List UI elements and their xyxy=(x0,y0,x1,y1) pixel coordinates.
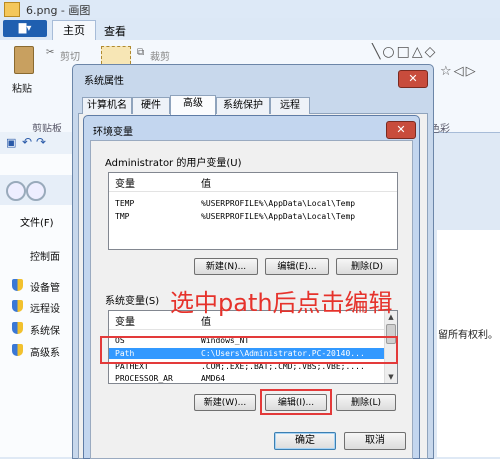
scroll-down-icon[interactable]: ▼ xyxy=(385,371,397,383)
scissors-icon[interactable]: ✂ xyxy=(46,47,54,58)
close-icon[interactable]: ✕ xyxy=(398,70,428,88)
advanced-system-link[interactable]: 高级系 xyxy=(30,344,60,359)
ok-button[interactable]: 确定 xyxy=(274,432,336,450)
quick-access-toolbar: ▣ ↶ ↷ xyxy=(0,132,80,154)
tab-system-protection[interactable]: 系统保护 xyxy=(216,97,270,114)
shield-icon xyxy=(12,279,23,291)
system-info-panel xyxy=(437,230,500,457)
tab-computer-name[interactable]: 计算机名 xyxy=(82,97,132,114)
user-variables-list[interactable]: 变量 值 TEMP %USERPROFILE%\AppData\Local\Te… xyxy=(108,172,398,250)
forward-icon[interactable] xyxy=(26,181,46,201)
close-icon[interactable]: ✕ xyxy=(386,121,416,139)
variable-name: TMP xyxy=(115,212,130,221)
control-panel-home-link[interactable]: 控制面 xyxy=(30,248,60,263)
redo-icon[interactable]: ↷ xyxy=(36,135,46,149)
list-header: 变量 值 xyxy=(109,173,397,192)
column-header-variable[interactable]: 变量 xyxy=(115,313,135,328)
annotation-text: 选中path后点击编辑 xyxy=(170,289,393,317)
environment-variables-title: 环境变量 xyxy=(93,127,133,138)
paint-title-bar: 6.png - 画图 xyxy=(0,0,500,18)
crop-label[interactable]: 裁剪 xyxy=(150,48,170,63)
variable-value: %USERPROFILE%\AppData\Local\Temp xyxy=(201,212,356,221)
undo-icon[interactable]: ↶ xyxy=(22,135,32,149)
column-header-value[interactable]: 值 xyxy=(201,175,211,190)
tab-remote[interactable]: 远程 xyxy=(270,97,310,114)
system-protection-link[interactable]: 系统保 xyxy=(30,322,60,337)
system-variables-label: 系统变量(S) xyxy=(105,296,160,307)
shield-icon xyxy=(12,300,23,312)
user-new-button[interactable]: 新建(N)... xyxy=(194,258,258,275)
list-item[interactable]: TEMP %USERPROFILE%\AppData\Local\Temp xyxy=(109,198,397,209)
paint-window-title: 6.png - 画图 xyxy=(26,4,91,17)
variable-value: AMD64 xyxy=(201,374,226,383)
system-delete-button[interactable]: 删除(L) xyxy=(336,394,396,411)
list-item[interactable]: TMP %USERPROFILE%\AppData\Local\Temp xyxy=(109,211,397,222)
variable-name: PROCESSOR_AR xyxy=(115,374,173,383)
explorer-file-menu[interactable]: 文件(F) xyxy=(20,214,54,229)
variable-name: TEMP xyxy=(115,199,135,208)
tab-home[interactable]: 主页 xyxy=(52,20,96,41)
nav-bar xyxy=(0,175,78,205)
remote-settings-link[interactable]: 远程设 xyxy=(30,300,60,315)
user-delete-button[interactable]: 删除(D) xyxy=(336,258,398,275)
shapes-icon[interactable]: ╲○□△◇ xyxy=(372,44,437,60)
paint-file-menu-button[interactable]: ▇▾ xyxy=(3,20,47,37)
tab-view[interactable]: 查看 xyxy=(104,23,126,39)
cancel-button[interactable]: 取消 xyxy=(344,432,406,450)
list-item[interactable]: PROCESSOR_AR AMD64 xyxy=(109,373,397,383)
edit-button-highlight xyxy=(260,389,332,415)
variable-value: %USERPROFILE%\AppData\Local\Temp xyxy=(201,199,356,208)
user-edit-button[interactable]: 编辑(E)... xyxy=(265,258,329,275)
copyright-text: 留所有权利。 xyxy=(438,330,498,341)
cut-label[interactable]: 剪切 xyxy=(60,48,80,63)
column-header-variable[interactable]: 变量 xyxy=(115,175,135,190)
paste-icon[interactable] xyxy=(14,46,34,74)
user-variables-label: Administrator 的用户变量(U) xyxy=(105,158,242,169)
back-icon[interactable] xyxy=(6,181,26,201)
more-shapes-icon[interactable]: ☆◁▷ xyxy=(440,64,478,79)
save-icon[interactable]: ▣ xyxy=(6,136,16,149)
system-new-button[interactable]: 新建(W)... xyxy=(194,394,256,411)
shield-icon xyxy=(12,344,23,356)
tab-advanced[interactable]: 高级 xyxy=(170,95,216,115)
paint-app-icon xyxy=(4,2,20,17)
path-row-highlight xyxy=(100,336,398,364)
shield-icon xyxy=(12,322,23,334)
system-properties-title: 系统属性 xyxy=(84,76,124,87)
paste-label[interactable]: 粘贴 xyxy=(12,80,32,95)
crop-icon[interactable]: ⧉ xyxy=(137,47,144,58)
tab-hardware[interactable]: 硬件 xyxy=(132,97,170,114)
device-manager-link[interactable]: 设备管 xyxy=(30,279,60,294)
